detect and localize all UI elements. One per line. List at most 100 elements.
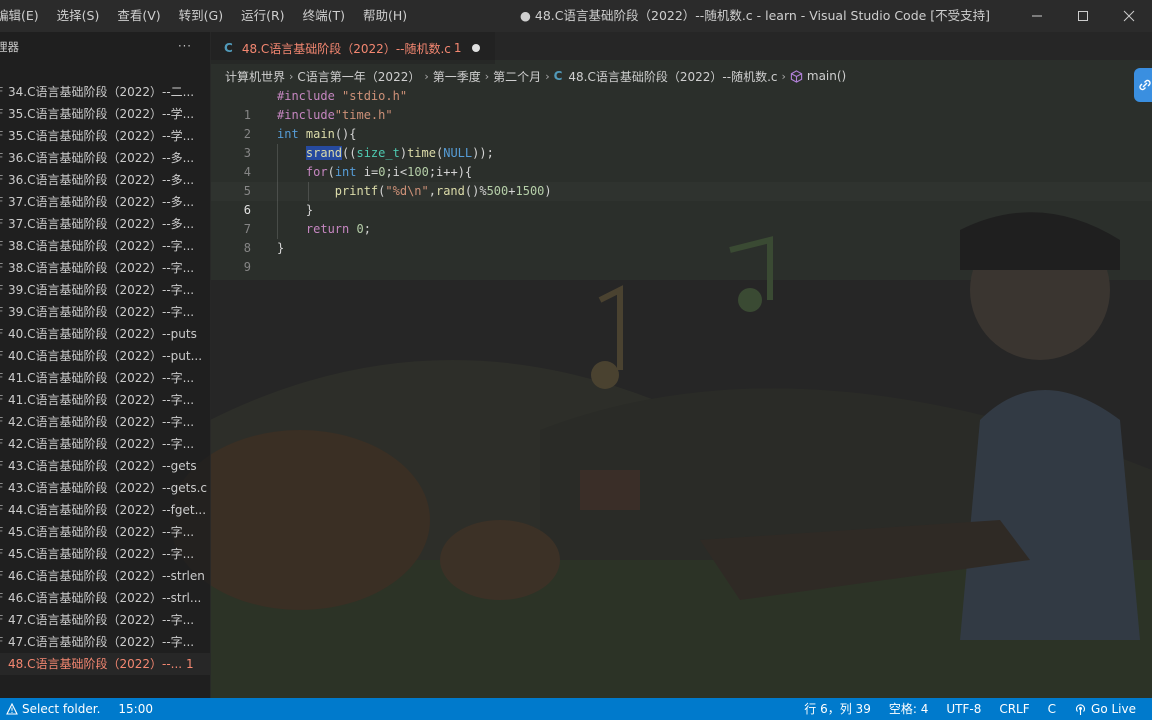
warning-icon [6,703,18,715]
file-item[interactable]: F 45.C语言基础阶段（2022）--字... [0,543,210,565]
file-item[interactable]: F 45.C语言基础阶段（2022）--字... [0,521,210,543]
breadcrumb-item[interactable]: 第二个月 [493,68,541,85]
maximize-button[interactable] [1060,0,1106,32]
folder-icon: F [0,125,3,147]
window-controls [1014,0,1152,32]
line-number: 9 [243,260,251,274]
file-name: 40.C语言基础阶段（2022）--put... [8,349,203,363]
code-line[interactable]: 3 int main(){ [211,125,1152,160]
code-line[interactable]: 8 return 0; [211,220,1152,255]
file-item[interactable]: F 47.C语言基础阶段（2022）--字... [0,631,210,653]
file-item[interactable]: F 38.C语言基础阶段（2022）--字... [0,235,210,257]
file-item[interactable]: F 39.C语言基础阶段（2022）--字... [0,279,210,301]
close-icon [1123,10,1135,22]
code-line[interactable]: 2 #include"time.h" [211,106,1152,141]
code-line[interactable]: 1 #include "stdio.h" [211,87,1152,122]
file-item[interactable]: F 37.C语言基础阶段（2022）--多... [0,213,210,235]
go-live-button[interactable]: Go Live [1074,698,1136,720]
editor-area: C 48.C语言基础阶段（2022）--随机数.c 1 计算机世界 › C语言第… [211,32,1152,698]
folder-icon: F [0,279,3,301]
file-item[interactable]: F 39.C语言基础阶段（2022）--字... [0,301,210,323]
file-name: 47.C语言基础阶段（2022）--字... [8,613,195,627]
file-name: 42.C语言基础阶段（2022）--字... [8,437,195,451]
file-item[interactable]: F 40.C语言基础阶段（2022）--put... [0,345,210,367]
menu-terminal[interactable]: 终端(T) [294,0,354,32]
code-editor[interactable]: 1 #include "stdio.h" 2 #include"time.h" … [211,87,1152,274]
folder-icon: F [0,521,3,543]
file-item[interactable]: F 36.C语言基础阶段（2022）--多... [0,169,210,191]
chevron-right-icon: › [781,69,786,83]
tab-active-file[interactable]: C 48.C语言基础阶段（2022）--随机数.c 1 [211,32,495,64]
file-name: 35.C语言基础阶段（2022）--学... [8,129,195,143]
file-item[interactable]: F 44.C语言基础阶段（2022）--fget... [0,499,210,521]
symbol-method-icon [790,69,803,83]
menu-help[interactable]: 帮助(H) [354,0,416,32]
file-name: 36.C语言基础阶段（2022）--多... [8,173,195,187]
line-content: srand((size_t)time(NULL)); [305,146,494,160]
file-item[interactable]: F 41.C语言基础阶段（2022）--字... [0,389,210,411]
tab-bar: C 48.C语言基础阶段（2022）--随机数.c 1 [211,32,1152,64]
file-name: 38.C语言基础阶段（2022）--字... [8,261,195,275]
file-item[interactable]: F 40.C语言基础阶段（2022）--puts [0,323,210,345]
code-line[interactable]: 9 } [211,239,1152,274]
code-line[interactable]: 5 for(int i=0;i<100;i++){ [211,163,1152,198]
file-item[interactable]: F 47.C语言基础阶段（2022）--字... [0,609,210,631]
tab-label: 48.C语言基础阶段（2022）--随机数.c [241,41,451,56]
breadcrumb-item[interactable]: 第一季度 [433,68,481,85]
folder-icon: F [0,367,3,389]
folder-icon: F [0,235,3,257]
indentation[interactable]: 空格: 4 [889,698,929,720]
file-item[interactable]: F 46.C语言基础阶段（2022）--strlen [0,565,210,587]
line-content: #include "stdio.h" [277,89,408,103]
cursor-position[interactable]: 行 6，列 39 [804,698,871,720]
select-folder-button[interactable]: Select folder. [6,698,100,720]
file-item[interactable]: F 42.C语言基础阶段（2022）--字... [0,411,210,433]
file-item[interactable]: F 38.C语言基础阶段（2022）--字... [0,257,210,279]
explorer-title: 理器 [0,40,19,54]
menu-view[interactable]: 查看(V) [108,0,169,32]
file-item[interactable]: F 43.C语言基础阶段（2022）--gets [0,455,210,477]
file-name: 37.C语言基础阶段（2022）--多... [8,195,195,209]
code-line-current[interactable]: 6 printf("%d\n",rand()%500+1500) [211,182,1152,217]
broadcast-icon [1075,703,1086,715]
breadcrumb-file[interactable]: 48.C语言基础阶段（2022）--随机数.c [568,68,777,85]
breadcrumb-symbol[interactable]: main() [807,69,846,83]
encoding[interactable]: UTF-8 [946,698,981,720]
minimize-button[interactable] [1014,0,1060,32]
menu-run[interactable]: 运行(R) [232,0,293,32]
line-content: #include"time.h" [277,108,393,122]
file-item[interactable]: F 34.C语言基础阶段（2022）--二... [0,81,210,103]
file-item-active[interactable]: 48.C语言基础阶段（2022）--... 1 [0,653,210,675]
line-content: } [277,203,314,217]
file-name: 39.C语言基础阶段（2022）--字... [8,305,195,319]
file-item[interactable]: F 35.C语言基础阶段（2022）--学... [0,125,210,147]
file-item[interactable]: F 37.C语言基础阶段（2022）--多... [0,191,210,213]
file-name: 44.C语言基础阶段（2022）--fget... [8,503,207,517]
folder-icon: F [0,477,3,499]
menu-go[interactable]: 转到(G) [170,0,232,32]
file-item[interactable]: F 36.C语言基础阶段（2022）--多... [0,147,210,169]
folder-icon: F [0,81,3,103]
breadcrumb-item[interactable]: 计算机世界 [225,68,285,85]
file-name: 45.C语言基础阶段（2022）--字... [8,547,195,561]
more-actions-icon[interactable]: ··· [178,32,192,61]
breadcrumb-item[interactable]: C语言第一年（2022） [297,68,420,85]
file-item[interactable]: F 35.C语言基础阶段（2022）--学... [0,103,210,125]
line-ending[interactable]: CRLF [999,698,1029,720]
file-item[interactable]: F 46.C语言基础阶段（2022）--strl... [0,587,210,609]
code-line[interactable]: 7 } [211,201,1152,236]
file-name: 43.C语言基础阶段（2022）--gets [8,459,197,473]
breadcrumb: 计算机世界 › C语言第一年（2022） › 第一季度 › 第二个月 › C 4… [225,65,846,87]
close-button[interactable] [1106,0,1152,32]
file-item[interactable]: F 43.C语言基础阶段（2022）--gets.c [0,477,210,499]
menu-selection[interactable]: 选择(S) [48,0,109,32]
unsaved-dot-icon[interactable] [471,44,480,52]
floating-widget[interactable] [1134,68,1152,102]
language-mode[interactable]: C [1048,698,1056,720]
code-line[interactable]: 4 srand((size_t)time(NULL)); [211,144,1152,179]
file-item[interactable]: F 41.C语言基础阶段（2022）--字... [0,367,210,389]
folder-icon: F [0,631,3,653]
window-title: ● 48.C语言基础阶段（2022）--随机数.c - learn - Visu… [520,8,991,23]
menu-edit[interactable]: 编辑(E) [0,0,48,32]
file-item[interactable]: F 42.C语言基础阶段（2022）--字... [0,433,210,455]
